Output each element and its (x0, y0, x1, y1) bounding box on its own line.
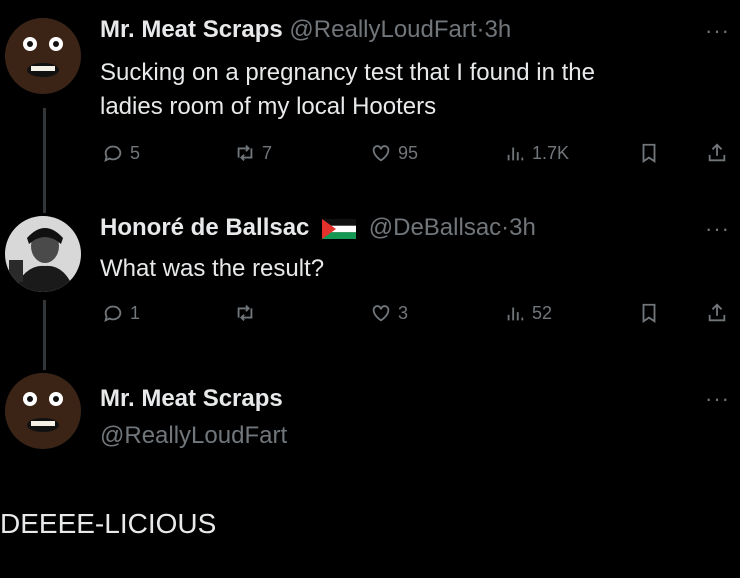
reply-body-text: DEEEE-LICIOUS (0, 508, 217, 539)
views-icon (507, 307, 524, 321)
retweet-button[interactable]: 7 (234, 142, 272, 164)
retweet-icon (237, 145, 253, 161)
tweet-header: Mr. Meat Scraps @ReallyLoudFart·3h (100, 16, 511, 44)
like-count: 3 (398, 302, 409, 323)
like-button[interactable]: 3 (370, 302, 408, 324)
bookmark-button[interactable] (638, 142, 660, 164)
tweet-actions: 5 7 95 1.7K (100, 142, 740, 172)
display-name[interactable]: Mr. Meat Scraps (100, 16, 283, 43)
tweet-text: What was the result? (100, 252, 324, 286)
display-name[interactable]: Mr. Meat Scraps (100, 385, 283, 412)
heart-icon (372, 305, 390, 322)
share-button[interactable] (706, 302, 728, 324)
user-handle[interactable]: @ReallyLoudFart (289, 16, 476, 43)
reply-icon (104, 305, 122, 323)
retweet-button[interactable] (234, 302, 262, 324)
views-icon (507, 147, 524, 161)
thread-line (43, 108, 46, 213)
like-count: 95 (398, 142, 419, 163)
bookmark-icon (642, 303, 656, 323)
tweet-actions: 1 3 52 (100, 302, 740, 332)
views-button[interactable]: 1.7K (504, 142, 569, 164)
views-button[interactable]: 52 (504, 302, 552, 324)
share-icon (708, 143, 726, 162)
user-handle[interactable]: @ReallyLoudFart (100, 422, 287, 449)
thread-line (43, 300, 46, 370)
more-options-icon[interactable]: ··· (705, 386, 730, 412)
reply-icon (104, 145, 122, 163)
display-name[interactable]: Honoré de Ballsac (100, 214, 309, 241)
tweet-text: Sucking on a pregnancy test that I found… (100, 56, 595, 124)
bookmark-icon (642, 143, 656, 163)
user-handle[interactable]: @DeBallsac (369, 214, 501, 241)
tweet-text-line: What was the result? (100, 255, 325, 282)
avatar[interactable] (5, 18, 81, 94)
retweet-icon (237, 305, 253, 321)
more-options-icon[interactable]: ··· (705, 18, 730, 44)
tweet-header: Honoré de Ballsac @DeBallsac·3h (100, 214, 536, 242)
share-icon (708, 303, 726, 322)
timestamp[interactable]: 3h (485, 16, 512, 43)
separator: · (476, 16, 485, 43)
timestamp[interactable]: 3h (509, 214, 536, 241)
like-button[interactable]: 95 (370, 142, 418, 164)
separator: · (501, 214, 510, 241)
handle-row: @ReallyLoudFart (100, 422, 287, 450)
display-name-row: Mr. Meat Scraps (100, 385, 283, 413)
tweet-text-line: ladies room of my local Hooters (100, 93, 437, 120)
view-count: 1.7K (532, 142, 570, 163)
avatar[interactable] (5, 373, 81, 449)
reply-button[interactable]: 1 (102, 302, 140, 324)
bookmark-button[interactable] (638, 302, 660, 324)
share-button[interactable] (706, 142, 728, 164)
tweet-text-line: Sucking on a pregnancy test that I found… (100, 59, 595, 86)
heart-icon (372, 145, 390, 162)
more-options-icon[interactable]: ··· (705, 216, 730, 242)
reply-button[interactable]: 5 (102, 142, 140, 164)
reply-count: 1 (130, 302, 141, 323)
view-count: 52 (532, 302, 553, 323)
palestine-flag-icon (322, 218, 357, 239)
reply-count: 5 (130, 142, 141, 163)
avatar[interactable] (5, 216, 81, 292)
retweet-count: 7 (262, 142, 273, 163)
